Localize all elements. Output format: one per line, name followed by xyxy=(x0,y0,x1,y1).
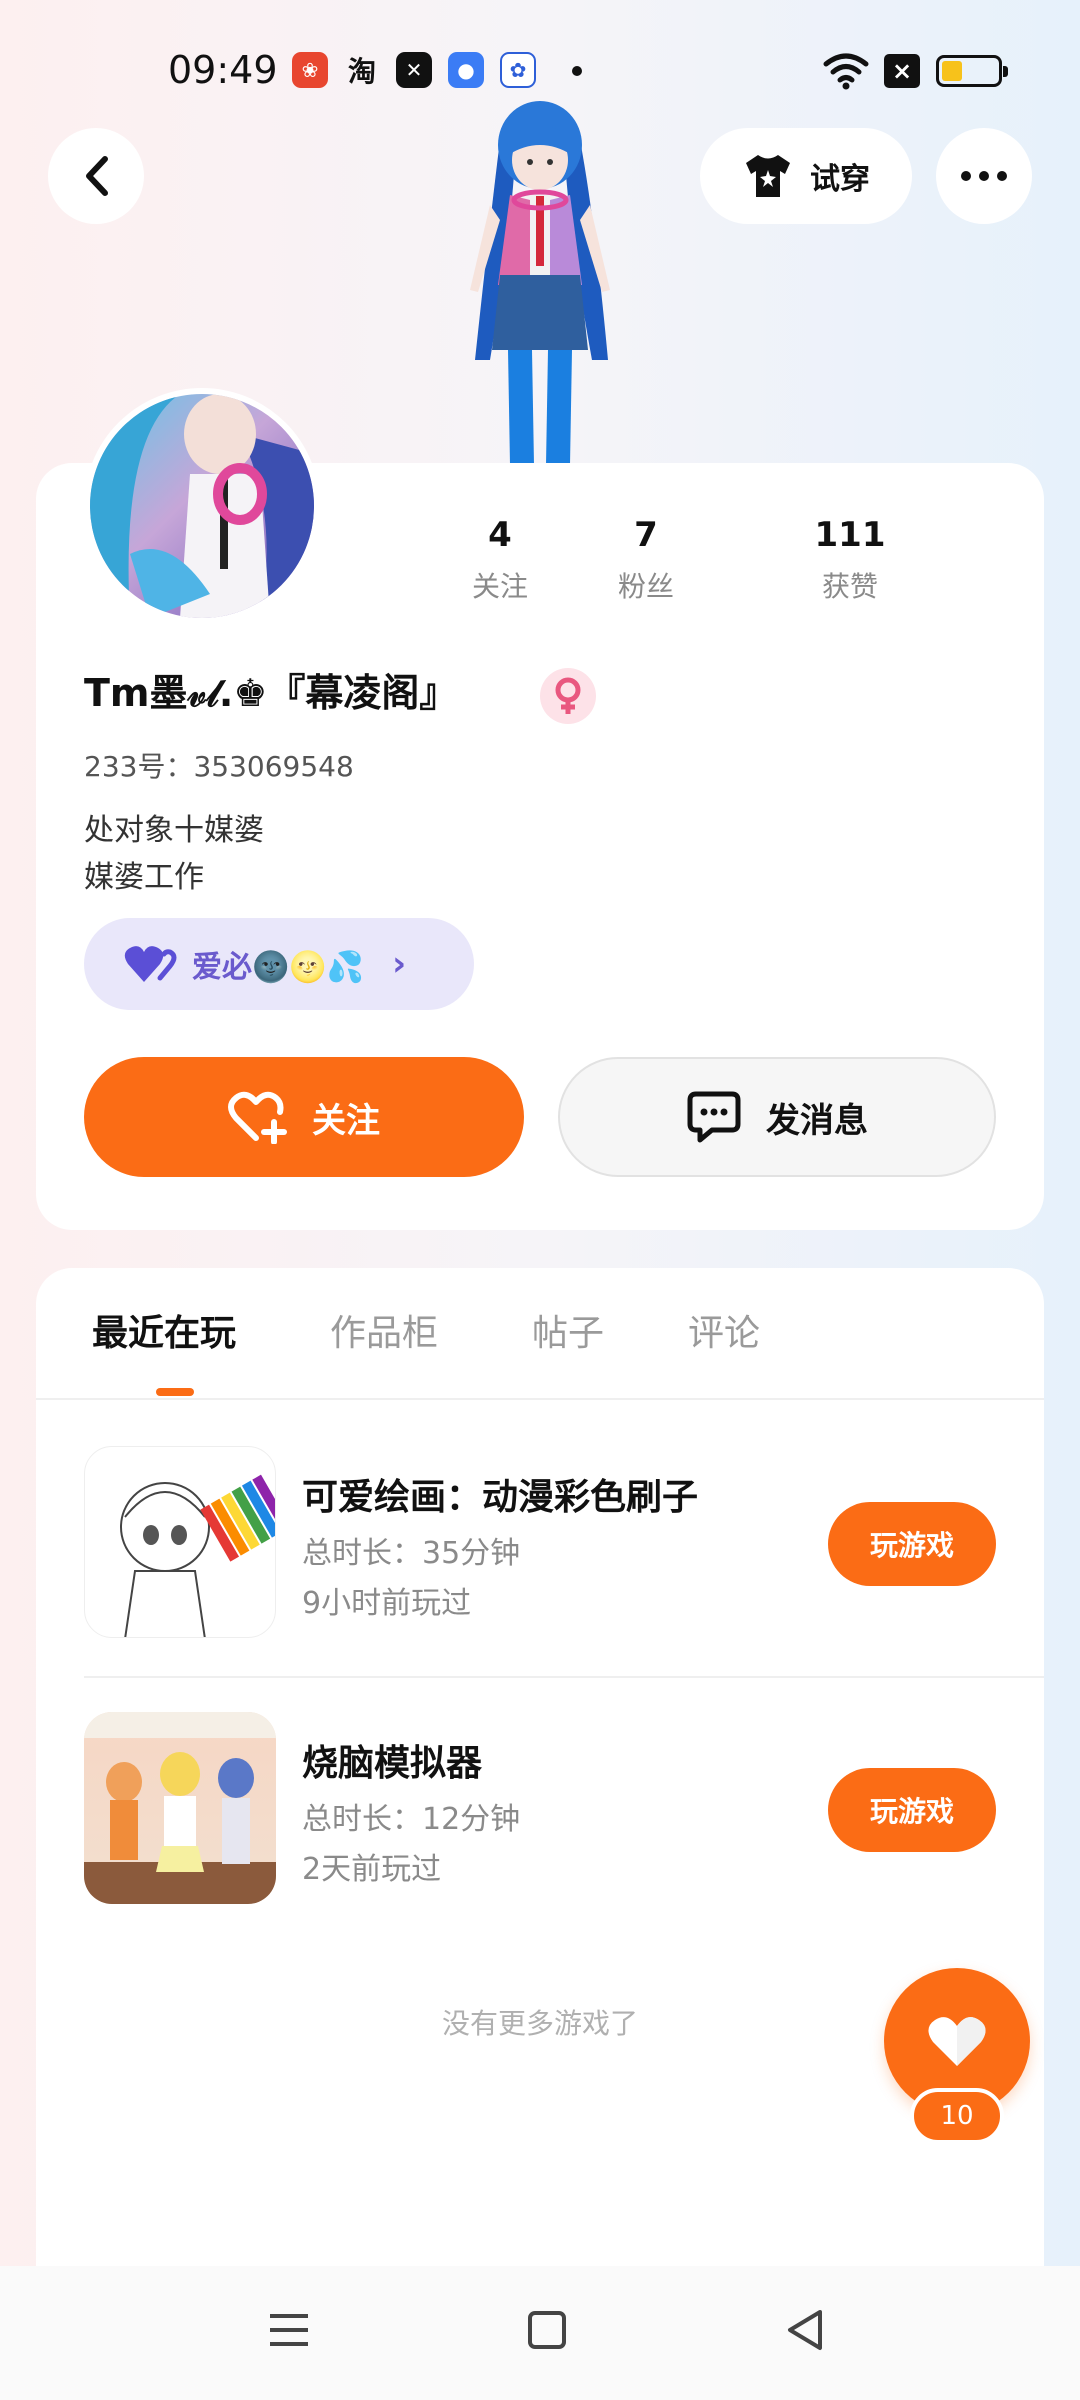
divider xyxy=(84,1676,1044,1678)
game-title[interactable]: 可爱绘画：动漫彩色刷子 xyxy=(302,1468,698,1520)
stat-following-label: 关注 xyxy=(471,570,528,603)
stat-likes[interactable]: 111 获赞 xyxy=(770,515,930,605)
stat-likes-count: 111 xyxy=(814,515,886,555)
tab-recently-played[interactable]: 最近在玩 xyxy=(92,1304,236,1356)
chevron-right-icon: › xyxy=(392,944,407,984)
more-dot-icon xyxy=(979,171,989,181)
more-dot-icon xyxy=(997,171,1007,181)
avatar[interactable] xyxy=(84,388,320,624)
stat-following[interactable]: 4 关注 xyxy=(420,515,580,605)
stat-followers[interactable]: 7 粉丝 xyxy=(566,515,726,605)
battery-icon xyxy=(936,55,1008,87)
tab-comments[interactable]: 评论 xyxy=(688,1304,760,1356)
pinduoduo-icon: ❀ xyxy=(292,52,328,88)
heart-icon xyxy=(928,2017,986,2066)
wifi-icon xyxy=(823,53,869,90)
chat-bubble-icon xyxy=(687,1091,741,1143)
home-square-icon[interactable] xyxy=(526,2308,568,2352)
tag-text: 爱必🌚🌝💦 xyxy=(192,950,365,985)
message-label: 发消息 xyxy=(766,1100,868,1141)
baidu-icon: ✿ xyxy=(500,52,536,88)
username: Tm墨𝓋𝓁.♚『幕凌阁』 xyxy=(84,671,458,715)
back-button[interactable] xyxy=(48,128,144,224)
capcut-icon: ✕ xyxy=(396,52,432,88)
tshirt-icon xyxy=(746,155,790,197)
taobao-icon: 淘 xyxy=(347,55,376,88)
like-count-badge: 10 xyxy=(910,2088,1004,2144)
female-gender-icon xyxy=(540,668,596,724)
notification-dot xyxy=(572,66,582,76)
more-options-button[interactable] xyxy=(936,128,1032,224)
chat-app-icon: ● xyxy=(448,52,484,88)
tryon-label: 试穿 xyxy=(810,162,870,197)
stat-following-count: 4 xyxy=(488,515,512,555)
system-nav-bar xyxy=(0,2266,1080,2400)
stat-likes-label: 获赞 xyxy=(821,570,878,603)
bio-line: 媒婆工作 xyxy=(84,860,204,895)
game-duration: 总时长：35分钟 xyxy=(302,1536,521,1571)
more-dot-icon xyxy=(961,171,971,181)
send-message-button[interactable]: 发消息 xyxy=(558,1057,996,1177)
stat-followers-count: 7 xyxy=(634,515,658,555)
status-time: 09:49 xyxy=(168,48,278,92)
game-last-played: 9小时前玩过 xyxy=(302,1586,472,1621)
menu-icon[interactable] xyxy=(268,2308,310,2352)
game-last-played: 2天前玩过 xyxy=(302,1852,442,1887)
character-avatar-model[interactable] xyxy=(430,100,650,465)
tab-works[interactable]: 作品柜 xyxy=(330,1304,438,1356)
play-game-button[interactable]: 玩游戏 xyxy=(828,1502,996,1586)
game-thumbnail[interactable] xyxy=(84,1712,276,1904)
follow-button[interactable]: 关注 xyxy=(84,1057,524,1177)
game-title[interactable]: 烧脑模拟器 xyxy=(302,1734,482,1786)
double-heart-icon xyxy=(124,946,177,982)
avatar-image xyxy=(90,394,314,618)
play-game-button[interactable]: 玩游戏 xyxy=(828,1768,996,1852)
game-thumbnail[interactable] xyxy=(84,1446,276,1638)
tab-posts[interactable]: 帖子 xyxy=(532,1304,604,1356)
tab-indicator xyxy=(156,1388,194,1396)
back-triangle-icon[interactable] xyxy=(784,2308,826,2352)
user-id: 233号：353069548 xyxy=(84,750,354,783)
relationship-tag[interactable]: 爱必🌚🌝💦 › xyxy=(84,918,474,1010)
bio-line: 处对象十媒婆 xyxy=(84,813,264,848)
stat-followers-label: 粉丝 xyxy=(617,570,674,603)
follow-label: 关注 xyxy=(312,1100,380,1141)
game-duration: 总时长：12分钟 xyxy=(302,1802,521,1837)
tryon-button[interactable]: 试穿 xyxy=(700,128,912,224)
chevron-left-icon xyxy=(86,156,108,196)
divider xyxy=(36,1398,1044,1400)
heart-plus-icon xyxy=(228,1091,287,1144)
data-off-icon: × xyxy=(884,54,920,88)
stats-row: 4 关注 7 粉丝 111 获赞 xyxy=(420,515,1020,605)
